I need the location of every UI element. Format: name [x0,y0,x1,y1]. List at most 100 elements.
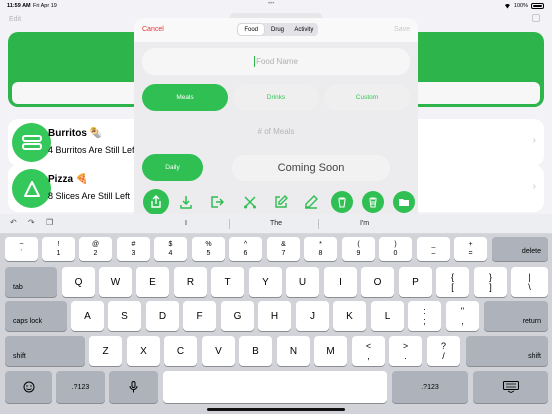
keyboard-dismiss-key[interactable] [473,371,548,403]
key-l[interactable]: L [371,301,404,331]
key-minus[interactable]: _ – [417,237,450,261]
key-5[interactable]: % 5 [192,237,225,261]
frequency-daily-button[interactable]: Daily [142,154,203,181]
undo-icon[interactable]: ↶ [10,218,17,227]
pen-icon[interactable] [300,191,322,213]
return-key[interactable]: return [484,301,548,331]
key-8[interactable]: * 8 [304,237,337,261]
key-top: * [319,241,322,248]
key-4[interactable]: $4 [154,237,187,261]
key-w[interactable]: W [99,267,132,297]
category-drinks-button[interactable]: Drinks [233,84,319,111]
key-r[interactable]: R [174,267,207,297]
key-bottom: 4 [168,250,173,257]
paste-icon[interactable]: ❐ [46,218,53,227]
suggestion-2[interactable]: The [270,220,282,227]
segment-drug[interactable]: Drug [264,24,290,35]
shift-right-key[interactable]: shift [466,336,548,366]
numbers-left-key[interactable]: .?123 [56,371,105,403]
key-right-bracket[interactable]: }] [474,267,507,297]
category-meals-button[interactable]: Meals [142,84,228,111]
add-icon[interactable] [532,14,540,22]
key-0[interactable]: ) 0 [379,237,412,261]
key-e[interactable]: E [136,267,169,297]
emoji-key[interactable] [5,371,52,403]
caps-lock-key[interactable]: caps lock [5,301,67,331]
key-f[interactable]: F [183,301,216,331]
shift-left-key[interactable]: shift [5,336,85,366]
key-p[interactable]: P [399,267,432,297]
key-equals[interactable]: + = [454,237,487,261]
key-7[interactable]: & 7 [267,237,300,261]
share-icon[interactable] [143,189,169,214]
numbers-right-key[interactable]: .?123 [392,371,468,403]
key-g[interactable]: G [221,301,254,331]
redo-icon[interactable]: ↷ [28,218,35,227]
trash-icon[interactable] [331,191,353,213]
key-less-than[interactable]: <, [352,336,385,366]
key-m[interactable]: M [314,336,347,366]
multitasking-dots-icon[interactable]: ••• [268,1,274,7]
download-icon[interactable] [175,191,197,213]
key-quote[interactable]: ", [446,301,479,331]
key-k[interactable]: K [333,301,366,331]
tab-key[interactable]: tab [5,267,57,297]
key-top: } [488,272,492,282]
key-semicolon[interactable]: :; [408,301,441,331]
delete-key[interactable]: delete [492,237,548,261]
key-bottom: 8 [318,250,323,257]
key-3[interactable]: #3 [117,237,150,261]
food-name-field[interactable]: Food Name [142,48,410,75]
key-n[interactable]: N [277,336,310,366]
key-q[interactable]: Q [62,267,95,297]
coming-soon-banner: Coming Soon [232,155,390,181]
scissors-icon[interactable] [239,191,261,213]
key-h[interactable]: H [258,301,291,331]
key-top: : [423,306,426,316]
key-1[interactable]: ! 1 [42,237,75,261]
save-button[interactable]: Save [394,26,410,33]
key-question[interactable]: ? / [427,336,460,366]
folder-icon[interactable] [393,191,415,213]
cancel-button[interactable]: Cancel [142,26,164,33]
segment-food[interactable]: Food [238,24,265,35]
key-left-bracket[interactable]: {[ [436,267,469,297]
home-indicator[interactable] [207,408,345,411]
edit-button[interactable]: Edit [9,16,21,23]
key-y[interactable]: Y [249,267,282,297]
key-6[interactable]: ^ 6 [229,237,262,261]
key-z[interactable]: Z [89,336,122,366]
key-greater-than[interactable]: >. [389,336,422,366]
suggestion-1[interactable]: I [185,220,187,227]
key-2[interactable]: @2 [79,237,112,261]
suggestion-3[interactable]: I'm [360,220,369,227]
text-cursor [254,56,256,67]
key-backtick[interactable]: ~ ` [5,237,38,261]
exit-icon[interactable] [206,191,228,213]
category-custom-button[interactable]: Custom [324,84,410,111]
key-x[interactable]: X [127,336,160,366]
card-subtitle: 4 Burritos Are Still Left [48,145,138,155]
key-bottom: [ [451,282,454,292]
key-j[interactable]: J [296,301,329,331]
key-i[interactable]: I [324,267,357,297]
segment-activity[interactable]: Activity [291,24,317,35]
key-9[interactable]: (9 [342,237,375,261]
chevron-right-icon: › [532,181,536,192]
key-backslash[interactable]: | \ [511,267,548,297]
key-a[interactable]: A [71,301,104,331]
key-t[interactable]: T [211,267,244,297]
space-key[interactable] [163,371,387,403]
key-d[interactable]: D [146,301,179,331]
key-u[interactable]: U [286,267,319,297]
dictation-key[interactable] [109,371,158,403]
key-v[interactable]: V [202,336,235,366]
meal-count-field[interactable]: # of Meals [134,127,418,136]
edit-icon[interactable] [270,191,292,213]
key-o[interactable]: O [361,267,394,297]
trash-all-icon[interactable] [362,191,384,213]
key-bottom: ; [423,316,426,326]
key-s[interactable]: S [108,301,141,331]
key-c[interactable]: C [164,336,197,366]
key-b[interactable]: B [239,336,272,366]
